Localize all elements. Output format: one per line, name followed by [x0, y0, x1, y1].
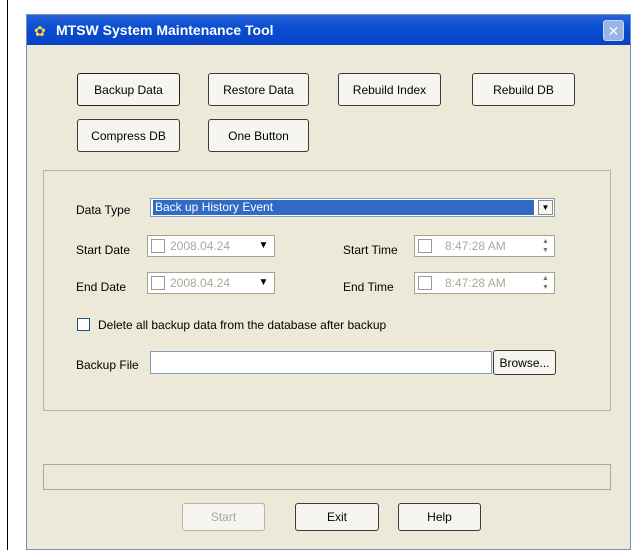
top-frame	[8, 0, 639, 10]
window-title: MTSW System Maintenance Tool	[56, 22, 274, 38]
backup-file-input[interactable]	[150, 351, 492, 374]
status-bar	[43, 464, 611, 490]
spinner-icon[interactable]: ▲ ▼	[539, 274, 552, 292]
end-time-picker[interactable]: 8:47:28 AM ▲ ▼	[414, 272, 555, 294]
start-date-checkbox[interactable]	[151, 239, 165, 253]
delete-backup-label: Delete all backup data from the database…	[98, 318, 387, 332]
end-time-label: End Time	[343, 280, 394, 294]
start-time-value: 8:47:28 AM	[445, 239, 506, 253]
browse-button[interactable]: Browse...	[493, 350, 556, 375]
end-date-picker[interactable]: 2008.04.24 ▼	[147, 272, 275, 294]
start-date-label: Start Date	[76, 243, 131, 257]
maintenance-window: ✿ MTSW System Maintenance Tool ✕ Backup …	[26, 14, 631, 550]
close-icon[interactable]: ✕	[603, 20, 624, 41]
data-type-label: Data Type	[76, 203, 131, 217]
data-type-select[interactable]: Back up History Event ▼	[150, 198, 555, 217]
end-time-value: 8:47:28 AM	[445, 276, 506, 290]
chevron-down-icon[interactable]: ▼	[538, 200, 553, 215]
start-time-checkbox[interactable]	[418, 239, 432, 253]
start-button[interactable]: Start	[182, 503, 265, 531]
exit-button[interactable]: Exit	[295, 503, 379, 531]
backup-file-label: Backup File	[76, 358, 139, 372]
end-date-label: End Date	[76, 280, 127, 294]
compress-db-button[interactable]: Compress DB	[77, 119, 180, 152]
start-date-value: 2008.04.24	[170, 239, 231, 253]
start-time-picker[interactable]: 8:47:28 AM ▲ ▼	[414, 235, 555, 257]
chevron-down-icon[interactable]: ▼	[256, 276, 271, 291]
title-bar[interactable]: ✿ MTSW System Maintenance Tool ✕	[27, 15, 630, 45]
start-date-picker[interactable]: 2008.04.24 ▼	[147, 235, 275, 257]
one-button[interactable]: One Button	[208, 119, 309, 152]
start-time-label: Start Time	[343, 243, 398, 257]
spinner-icon[interactable]: ▲ ▼	[539, 237, 552, 255]
rebuild-index-button[interactable]: Rebuild Index	[338, 73, 441, 106]
backup-data-button[interactable]: Backup Data	[77, 73, 180, 106]
restore-data-button[interactable]: Restore Data	[208, 73, 309, 106]
help-button[interactable]: Help	[398, 503, 481, 531]
chevron-down-icon[interactable]: ▼	[256, 239, 271, 254]
data-type-value: Back up History Event	[153, 200, 534, 215]
app-icon: ✿	[34, 23, 46, 39]
end-date-value: 2008.04.24	[170, 276, 231, 290]
delete-backup-checkbox[interactable]	[77, 318, 90, 331]
left-frame	[0, 0, 8, 550]
end-time-checkbox[interactable]	[418, 276, 432, 290]
end-date-checkbox[interactable]	[151, 276, 165, 290]
rebuild-db-button[interactable]: Rebuild DB	[472, 73, 575, 106]
